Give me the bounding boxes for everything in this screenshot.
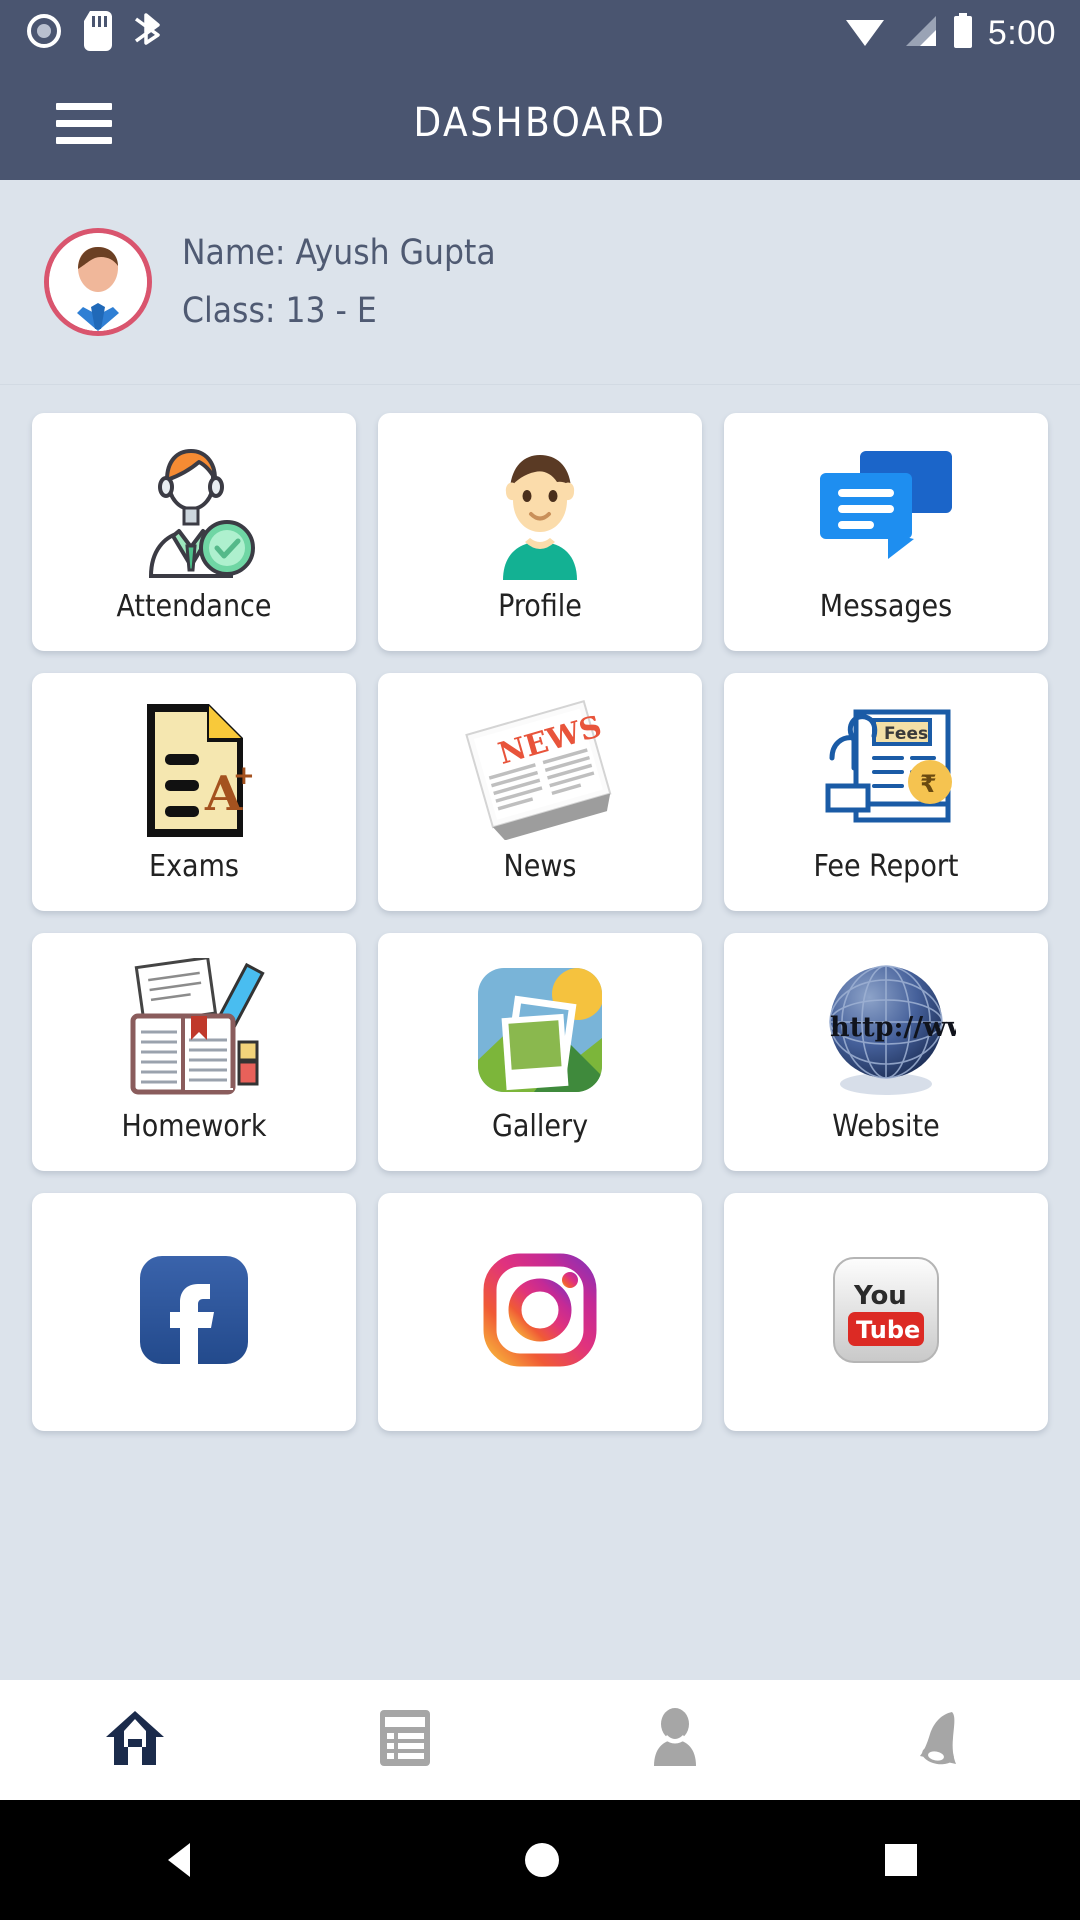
website-globe-http-icon: http://www <box>816 955 956 1105</box>
grid-item-label: Messages <box>819 589 953 624</box>
home-icon <box>104 1709 166 1771</box>
grid-item-website[interactable]: http://www Website <box>724 933 1048 1171</box>
sd-card-icon <box>84 11 112 55</box>
fee-report-rupee-receipt-icon: Fees ₹ <box>814 695 959 845</box>
grid-item-instagram[interactable] <box>378 1193 702 1431</box>
screen-recorder-icon <box>24 11 64 55</box>
homework-book-pencil-icon <box>119 955 269 1105</box>
battery-icon <box>952 13 974 53</box>
nav-profile[interactable] <box>540 1708 810 1772</box>
hamburger-menu-icon[interactable] <box>56 102 112 144</box>
facebook-icon <box>132 1215 256 1405</box>
grid-item-profile[interactable]: Profile <box>378 413 702 651</box>
messages-chat-bubbles-icon <box>816 435 956 585</box>
person-icon <box>650 1708 700 1772</box>
status-bar: 5:00 <box>0 0 1080 66</box>
bell-icon <box>916 1708 974 1772</box>
grid-item-label: Profile <box>498 589 582 624</box>
svg-text:http://www: http://www <box>830 1012 956 1043</box>
status-bar-right-icons: 5:00 <box>844 13 1056 53</box>
phone-screen: 5:00 DASHBOARD Name: Ayush Gupta Class: … <box>0 0 1080 1920</box>
profile-name: Name: Ayush Gupta <box>182 233 496 273</box>
grid-item-homework[interactable]: Homework <box>32 933 356 1171</box>
news-newspaper-icon: NEWS <box>465 695 615 845</box>
svg-text:You: You <box>853 1281 907 1311</box>
list-report-icon <box>378 1708 432 1772</box>
dashboard-grid: Attendance Profile Messages A + Exams NE… <box>32 413 1048 1431</box>
android-navigation-bar <box>0 1800 1080 1920</box>
gallery-photos-icon <box>474 955 606 1105</box>
exams-a-plus-document-icon: A + <box>129 695 259 845</box>
grid-item-label: Exams <box>149 849 239 884</box>
nav-reports[interactable] <box>270 1708 540 1772</box>
instagram-icon <box>478 1215 602 1405</box>
grid-item-label: News <box>503 849 577 884</box>
grid-item-label: Attendance <box>116 589 272 624</box>
grid-item-label: Gallery <box>491 1109 589 1144</box>
profile-class: Class: 13 - E <box>182 291 377 331</box>
user-avatar-icon[interactable] <box>44 228 152 336</box>
grid-item-youtube[interactable]: You Tube <box>724 1193 1048 1431</box>
profile-boy-icon <box>475 435 605 585</box>
grid-item-label: Homework <box>121 1109 267 1144</box>
svg-text:Tube: Tube <box>856 1316 920 1344</box>
svg-text:Fees: Fees <box>884 724 928 744</box>
grid-item-attendance[interactable]: Attendance <box>32 413 356 651</box>
android-back-button[interactable] <box>158 1837 204 1883</box>
page-title: DASHBOARD <box>413 100 667 146</box>
grid-item-facebook[interactable] <box>32 1193 356 1431</box>
cellular-signal-icon <box>900 14 938 52</box>
youtube-icon: You Tube <box>824 1215 948 1405</box>
svg-text:+: + <box>233 761 255 791</box>
bottom-navigation-bar <box>0 1680 1080 1800</box>
grid-item-label: Fee Report <box>813 849 959 884</box>
dashboard-grid-container: Attendance Profile Messages A + Exams NE… <box>0 385 1080 1680</box>
status-bar-left-icons <box>24 11 166 55</box>
grid-item-label: Website <box>832 1109 940 1144</box>
android-home-button[interactable] <box>519 1837 565 1883</box>
grid-item-gallery[interactable]: Gallery <box>378 933 702 1171</box>
svg-text:₹: ₹ <box>920 770 937 798</box>
grid-item-messages[interactable]: Messages <box>724 413 1048 651</box>
grid-item-fee-report[interactable]: Fees ₹ Fee Report <box>724 673 1048 911</box>
status-bar-clock: 5:00 <box>987 13 1056 52</box>
nav-home[interactable] <box>0 1709 270 1771</box>
profile-header: Name: Ayush Gupta Class: 13 - E <box>0 180 1080 385</box>
grid-item-exams[interactable]: A + Exams <box>32 673 356 911</box>
android-recents-button[interactable] <box>880 1839 922 1881</box>
app-bar: DASHBOARD <box>0 66 1080 180</box>
wifi-icon <box>844 14 886 52</box>
grid-item-news[interactable]: NEWS News <box>378 673 702 911</box>
attendance-person-check-icon <box>129 435 259 585</box>
bluetooth-share-icon <box>132 11 166 55</box>
nav-notifications[interactable] <box>810 1708 1080 1772</box>
profile-info: Name: Ayush Gupta Class: 13 - E <box>182 233 496 331</box>
